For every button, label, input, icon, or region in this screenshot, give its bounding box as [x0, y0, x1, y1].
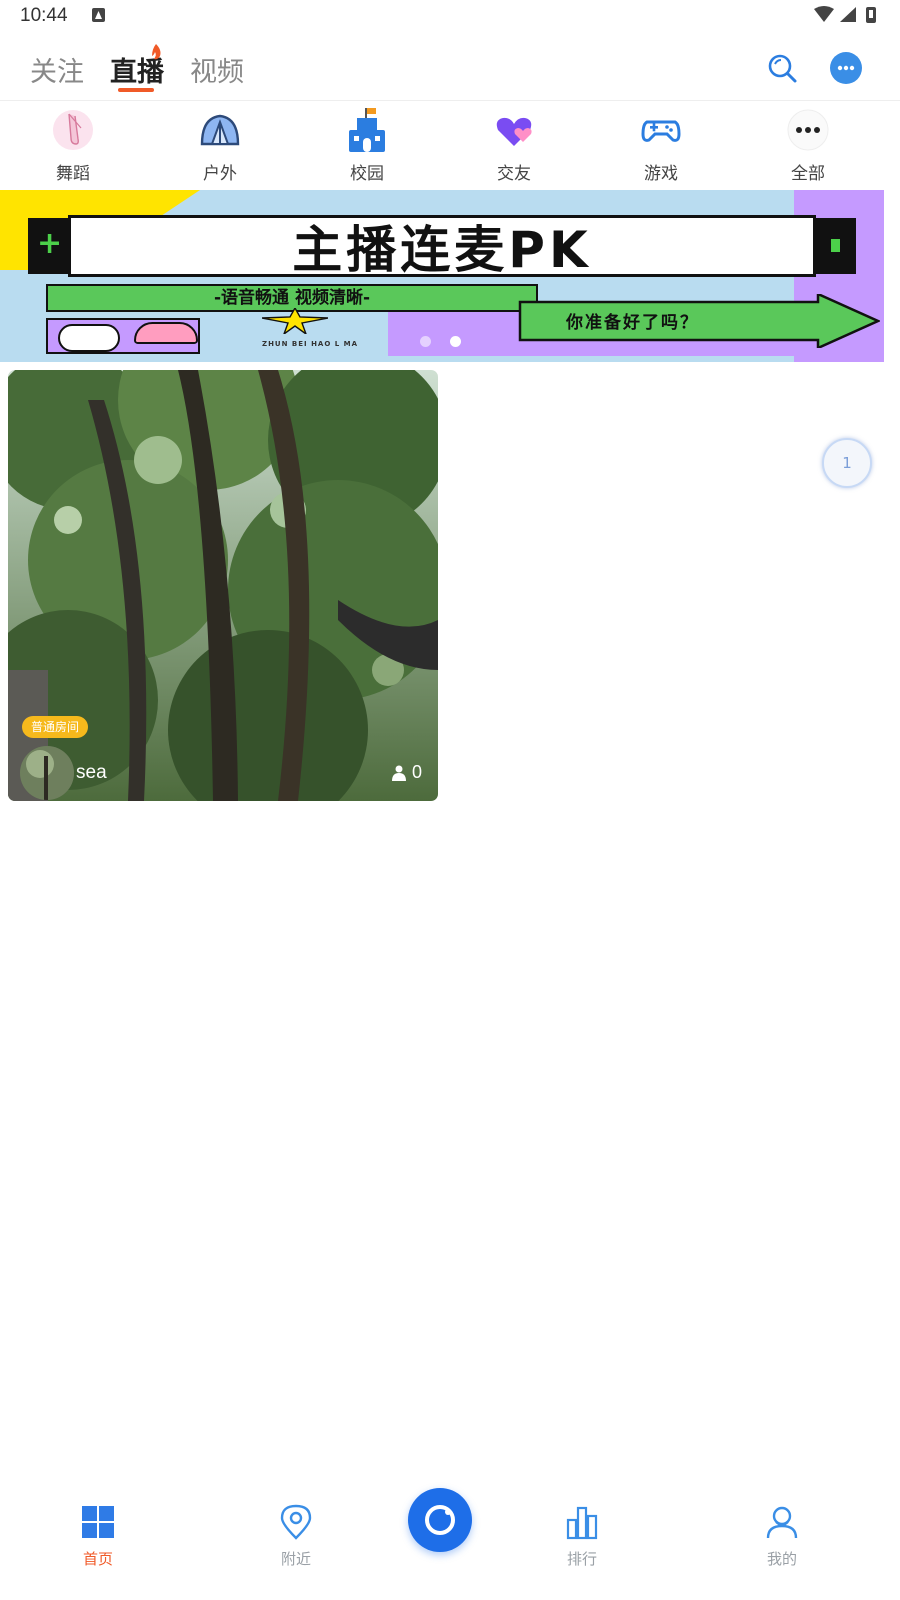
category-label: 游戏 — [644, 164, 678, 184]
host-username: sea — [76, 762, 107, 783]
sparkle-icon — [262, 308, 328, 334]
live-room-card[interactable]: 普通房间 sea 0 — [8, 370, 438, 801]
go-live-button[interactable] — [408, 1488, 472, 1552]
home-grid-icon — [82, 1506, 114, 1538]
banner-arrow-text: 你准备好了吗？ — [566, 313, 699, 333]
header-divider — [0, 100, 900, 101]
tent-icon — [200, 114, 240, 146]
banner-title-box: 主播连麦PK — [68, 215, 816, 279]
avatar-image — [20, 746, 74, 800]
viewer-count: 0 — [391, 762, 422, 783]
nav-label: 首页 — [82, 1550, 113, 1568]
banner-bracket-right — [816, 218, 856, 274]
notification-icon — [92, 8, 105, 22]
category-label: 全部 — [791, 164, 825, 184]
category-campus[interactable]: 校园 — [322, 108, 412, 184]
gamepad-icon — [641, 120, 681, 142]
status-time: 10:44 — [20, 5, 68, 26]
wifi-icon — [814, 6, 834, 22]
ranking-bars-icon — [566, 1506, 598, 1540]
category-dance[interactable]: 舞蹈 — [28, 108, 118, 184]
nav-profile[interactable]: 我的 — [732, 1504, 832, 1569]
search-icon[interactable] — [766, 52, 798, 84]
ballet-shoe-icon — [53, 110, 93, 150]
floating-page-button[interactable]: 1 — [822, 438, 872, 488]
nav-label: 排行 — [566, 1550, 597, 1568]
nav-label: 附近 — [280, 1550, 311, 1568]
pagination-dot-active[interactable] — [450, 336, 461, 347]
nav-nearby[interactable]: 附近 — [246, 1504, 346, 1569]
category-label: 户外 — [203, 164, 237, 184]
camera-lens-icon — [425, 1505, 455, 1535]
banner-bracket-left — [28, 218, 68, 274]
category-label: 舞蹈 — [56, 164, 90, 184]
category-outdoor[interactable]: 户外 — [175, 108, 265, 184]
nav-label: 我的 — [766, 1550, 797, 1568]
eyes-icon — [58, 324, 120, 352]
hot-flame-icon — [152, 44, 161, 60]
mushroom-icon — [134, 322, 198, 344]
profile-icon — [766, 1506, 798, 1539]
nav-ranking[interactable]: 排行 — [532, 1504, 632, 1569]
system-status-icons — [814, 6, 876, 23]
active-tab-indicator — [118, 88, 154, 92]
room-type-badge: 普通房间 — [22, 716, 89, 738]
tab-video[interactable]: 视频 — [190, 50, 244, 89]
floating-page-label: 1 — [842, 454, 852, 472]
banner-title: 主播连麦PK — [292, 221, 592, 279]
banner-arrow: 你准备好了吗？ — [518, 292, 882, 350]
location-pin-icon — [280, 1504, 312, 1540]
more-dots-icon — [787, 109, 829, 151]
person-icon — [391, 765, 406, 781]
banner-sticker — [46, 318, 200, 354]
school-icon — [349, 108, 385, 152]
more-dots-icon — [837, 65, 855, 71]
more-menu-button[interactable] — [830, 52, 862, 84]
viewer-count-value: 0 — [411, 762, 422, 782]
status-bar: 10:44 — [0, 0, 900, 32]
hearts-icon — [496, 117, 532, 146]
banner-pagination — [418, 336, 478, 348]
signal-icon — [840, 7, 856, 22]
category-all[interactable]: 全部 — [763, 108, 853, 184]
category-games[interactable]: 游戏 — [616, 108, 706, 184]
category-friends[interactable]: 交友 — [469, 108, 559, 184]
nav-home[interactable]: 首页 — [48, 1504, 148, 1569]
category-label: 校园 — [350, 164, 384, 184]
tab-follow[interactable]: 关注 — [30, 50, 84, 89]
category-row: 舞蹈 户外 校园 交友 游戏 全部 — [0, 108, 900, 188]
category-label: 交友 — [497, 164, 531, 184]
banner-small-text: ZHUN BEI HAO L MA — [262, 340, 359, 348]
pagination-dot[interactable] — [420, 336, 431, 347]
avatar[interactable] — [20, 746, 74, 800]
